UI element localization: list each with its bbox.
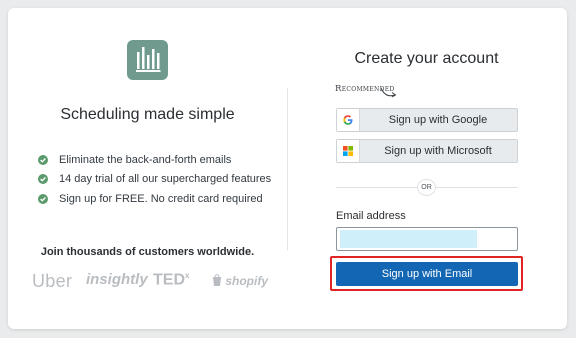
feature-item: Sign up for FREE. No credit card require… [38,189,271,209]
or-badge: OR [417,179,436,196]
feature-item: Eliminate the back-and-forth emails [38,150,271,170]
uber-logo: Uber [32,271,73,291]
check-circle-icon [38,174,48,185]
highlight-box [330,256,523,291]
feature-text: Eliminate the back-and-forth emails [59,153,232,166]
page-title: Create your account [354,50,499,67]
email-label: Email address [336,210,406,222]
ted-logo-text: TED [153,271,185,289]
google-signup-button[interactable]: Sign up with Google [336,108,518,132]
email-autofill-highlight [340,230,477,248]
email-field[interactable] [336,227,518,251]
ted-logo: TEDx [153,271,189,289]
google-button-label: Sign up with Google [388,114,488,126]
tagline: Scheduling made simple [60,106,235,123]
microsoft-button-label: Sign up with Microsoft [384,145,492,157]
feature-text: 14 day trial of all our supercharged fea… [59,173,272,186]
app-logo-icon [127,40,168,80]
shopify-logo: shopify [212,274,268,288]
check-circle-icon [38,193,48,204]
google-icon [337,109,360,131]
join-text: Join thousands of customers worldwide. [40,246,255,258]
ted-logo-sup: x [185,271,190,280]
shopify-bag-icon [213,274,221,286]
insightly-logo: insightly [86,271,148,288]
curved-arrow-icon [380,87,397,98]
microsoft-icon [337,140,360,162]
shopify-logo-text: shopify [225,274,269,288]
feature-list: Eliminate the back-and-forth emails 14 d… [38,150,271,209]
check-circle-icon [38,154,48,165]
feature-item: 14 day trial of all our supercharged fea… [38,170,271,190]
microsoft-signup-button[interactable]: Sign up with Microsoft [336,139,518,163]
feature-text: Sign up for FREE. No credit card require… [59,192,263,205]
